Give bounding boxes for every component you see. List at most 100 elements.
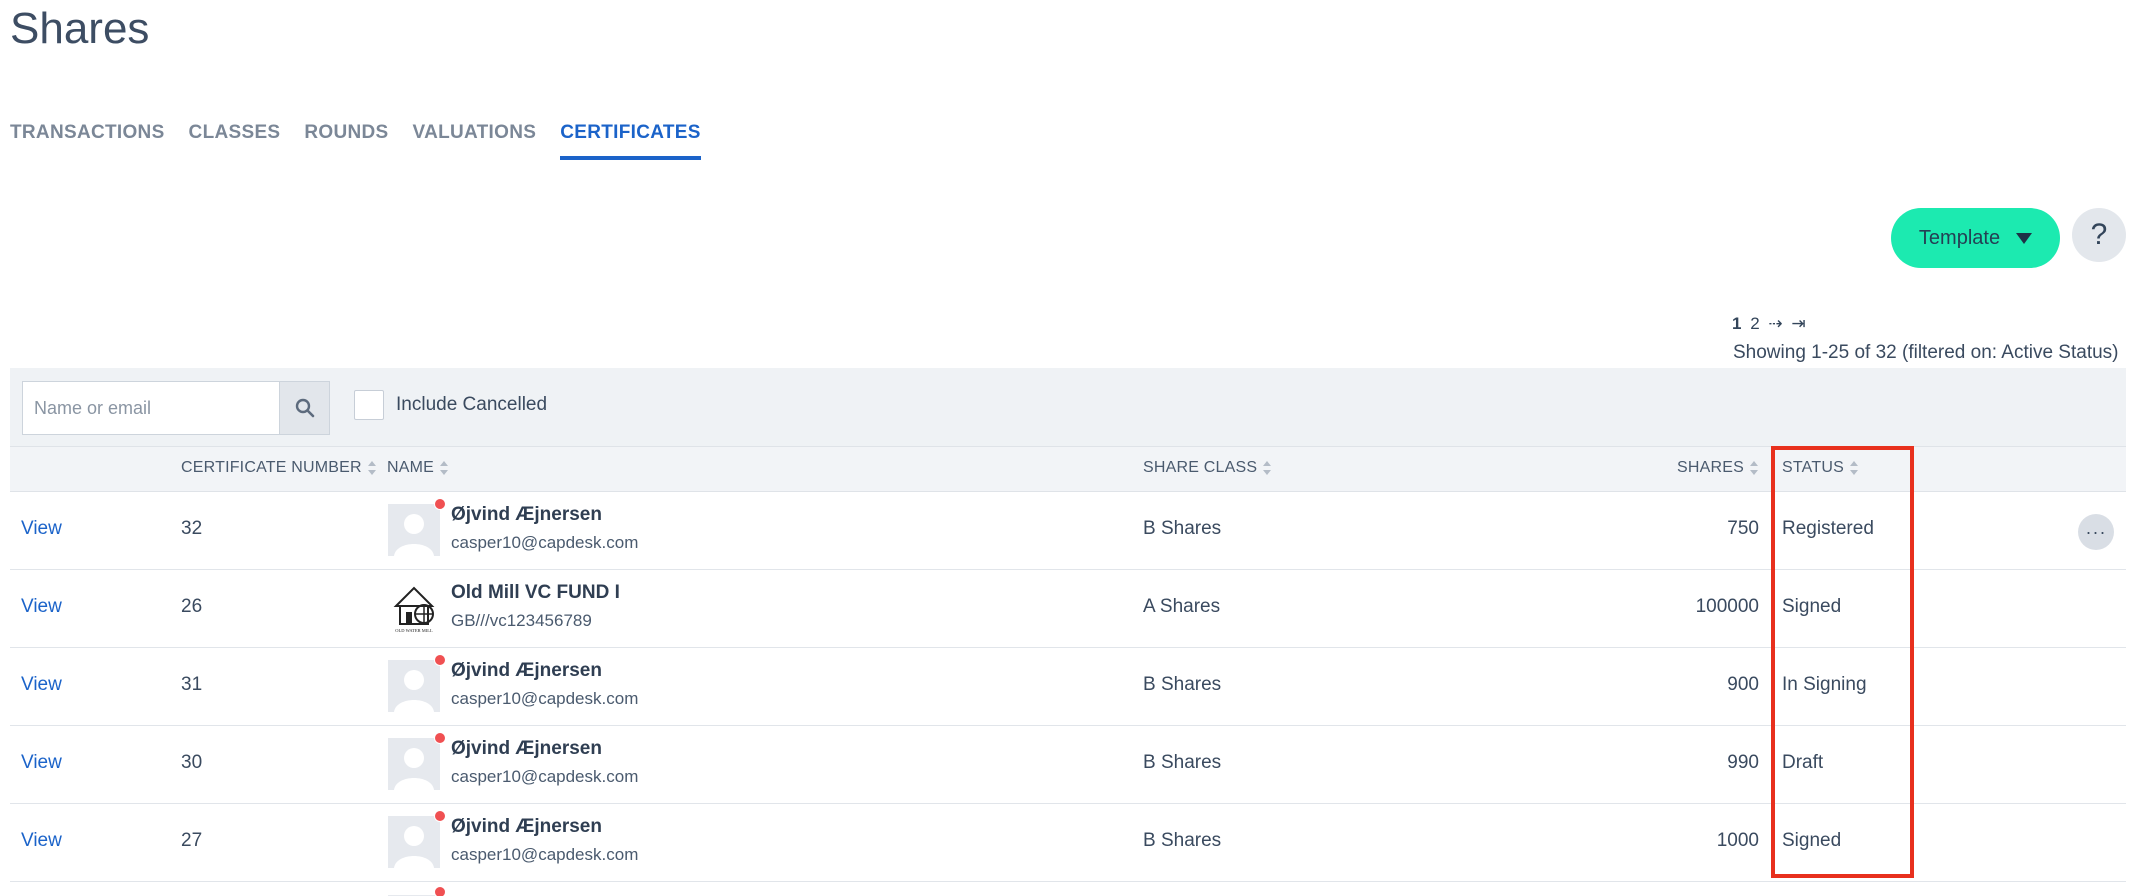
next-page-icon[interactable]: ⇢ <box>1768 314 1782 333</box>
holder-name: Old Mill VC FUND I <box>451 582 620 603</box>
results-summary: Showing 1-25 of 32 (filtered on: Active … <box>1733 342 2119 363</box>
avatar: OLD WATER MILL <box>388 582 440 634</box>
holder-name: Øjvind Æjnersen <box>451 660 602 681</box>
column-header-certificate-number[interactable]: CERTIFICATE NUMBER <box>181 459 377 477</box>
sort-icon <box>440 461 449 475</box>
tab-classes[interactable]: CLASSES <box>189 118 281 160</box>
holder-email: casper10@capdesk.com <box>451 533 639 552</box>
shares-count: 990 <box>1727 752 1759 773</box>
share-class: B Shares <box>1143 752 1222 773</box>
svg-text:OLD WATER MILL: OLD WATER MILL <box>395 628 433 633</box>
help-button[interactable]: ? <box>2072 208 2126 262</box>
person-placeholder-icon <box>388 504 440 556</box>
table-row: View 27 Øjvind Æjnersen casper10@capdesk… <box>10 804 2126 882</box>
certificate-number: 32 <box>181 518 203 539</box>
notification-dot <box>434 732 446 744</box>
holder-name: Øjvind Æjnersen <box>451 816 602 837</box>
sort-icon <box>1263 461 1272 475</box>
share-class: B Shares <box>1143 518 1222 539</box>
old-water-mill-logo-icon: OLD WATER MILL <box>388 582 440 634</box>
table-row: View 32 Øjvind Æjnersen casper10@capdesk… <box>10 492 2126 570</box>
include-cancelled-filter: Include Cancelled <box>354 390 547 420</box>
status-text: Draft <box>1782 752 1824 773</box>
template-button-label: Template <box>1918 226 2001 249</box>
tab-transactions[interactable]: TRANSACTIONS <box>10 118 165 160</box>
view-link[interactable]: View <box>21 518 62 540</box>
search-box <box>22 381 330 435</box>
filter-bar: Include Cancelled <box>10 368 2126 446</box>
page-link-1[interactable]: 1 <box>1732 314 1741 333</box>
status-text: Signed <box>1782 596 1842 617</box>
sort-icon <box>367 461 377 475</box>
avatar <box>388 654 446 712</box>
sort-icon <box>1849 461 1859 475</box>
notification-dot <box>434 886 446 896</box>
holder-registration: GB///vc123456789 <box>451 611 592 630</box>
table-row: View 30 Øjvind Æjnersen casper10@capdesk… <box>10 726 2126 804</box>
share-class: B Shares <box>1143 674 1222 695</box>
holder-email: casper10@capdesk.com <box>451 767 639 786</box>
share-class: B Shares <box>1143 830 1222 851</box>
include-cancelled-checkbox[interactable] <box>354 390 384 420</box>
tab-bar: TRANSACTIONS CLASSES ROUNDS VALUATIONS C… <box>10 118 725 162</box>
row-menu-button[interactable]: ··· <box>2078 514 2114 550</box>
column-label: SHARES <box>1677 459 1744 476</box>
pagination: 1 2 ⇢ ⇥ <box>1732 314 1810 334</box>
certificates-table-body: View 32 Øjvind Æjnersen casper10@capdesk… <box>10 492 2126 896</box>
column-header-shares[interactable]: SHARES <box>1677 459 1759 477</box>
holder-name: Øjvind Æjnersen <box>451 504 602 525</box>
tab-certificates[interactable]: CERTIFICATES <box>560 118 701 160</box>
view-link[interactable]: View <box>21 830 62 852</box>
notification-dot <box>434 810 446 822</box>
shares-count: 900 <box>1727 674 1759 695</box>
view-link[interactable]: View <box>21 596 62 618</box>
shares-count: 1000 <box>1716 830 1759 851</box>
shares-count: 750 <box>1727 518 1759 539</box>
tab-valuations[interactable]: VALUATIONS <box>413 118 537 160</box>
person-placeholder-icon <box>388 738 440 790</box>
holder-email: casper10@capdesk.com <box>451 689 639 708</box>
search-icon <box>295 398 314 418</box>
certificate-number: 31 <box>181 674 203 695</box>
certificate-number: 27 <box>181 830 203 851</box>
avatar <box>388 810 446 868</box>
status-text: In Signing <box>1782 674 1867 695</box>
last-page-icon[interactable]: ⇥ <box>1791 314 1805 333</box>
avatar <box>388 886 446 896</box>
notification-dot <box>434 498 446 510</box>
table-row-partial <box>10 882 2126 896</box>
shares-count: 100000 <box>1695 596 1759 617</box>
caret-down-icon <box>2016 232 2033 244</box>
view-link[interactable]: View <box>21 752 62 774</box>
page-link-2[interactable]: 2 <box>1750 314 1759 333</box>
notification-dot <box>434 654 446 666</box>
avatar <box>388 732 446 790</box>
column-label: SHARE CLASS <box>1143 459 1258 476</box>
table-header: CERTIFICATE NUMBER NAME SHARE CLASS SHAR… <box>10 446 2126 492</box>
search-input[interactable] <box>23 382 279 434</box>
page-title: Shares <box>10 4 150 53</box>
person-placeholder-icon <box>388 816 440 868</box>
share-class: A Shares <box>1143 596 1221 617</box>
certificate-number: 30 <box>181 752 203 773</box>
shares-page: Shares TRANSACTIONS CLASSES ROUNDS VALUA… <box>0 0 2134 896</box>
view-link[interactable]: View <box>21 674 62 696</box>
holder-email: casper10@capdesk.com <box>451 845 639 864</box>
column-header-name[interactable]: NAME <box>387 459 449 477</box>
table-row: View 26 OLD WATER MILL Old Mill VC FUND … <box>10 570 2126 648</box>
column-label: NAME <box>387 459 435 476</box>
status-text: Signed <box>1782 830 1842 851</box>
column-label: STATUS <box>1782 459 1844 476</box>
column-header-status[interactable]: STATUS <box>1782 459 1859 477</box>
include-cancelled-label: Include Cancelled <box>396 394 548 415</box>
search-button[interactable] <box>279 382 329 434</box>
sort-icon <box>1750 461 1759 475</box>
table-row: View 31 Øjvind Æjnersen casper10@capdesk… <box>10 648 2126 726</box>
certificate-number: 26 <box>181 596 203 617</box>
tab-rounds[interactable]: ROUNDS <box>304 118 388 160</box>
template-dropdown-button[interactable]: Template <box>1891 208 2060 268</box>
column-header-share-class[interactable]: SHARE CLASS <box>1143 459 1272 477</box>
column-label: CERTIFICATE NUMBER <box>181 459 362 476</box>
person-placeholder-icon <box>388 660 440 712</box>
holder-name: Øjvind Æjnersen <box>451 738 602 759</box>
